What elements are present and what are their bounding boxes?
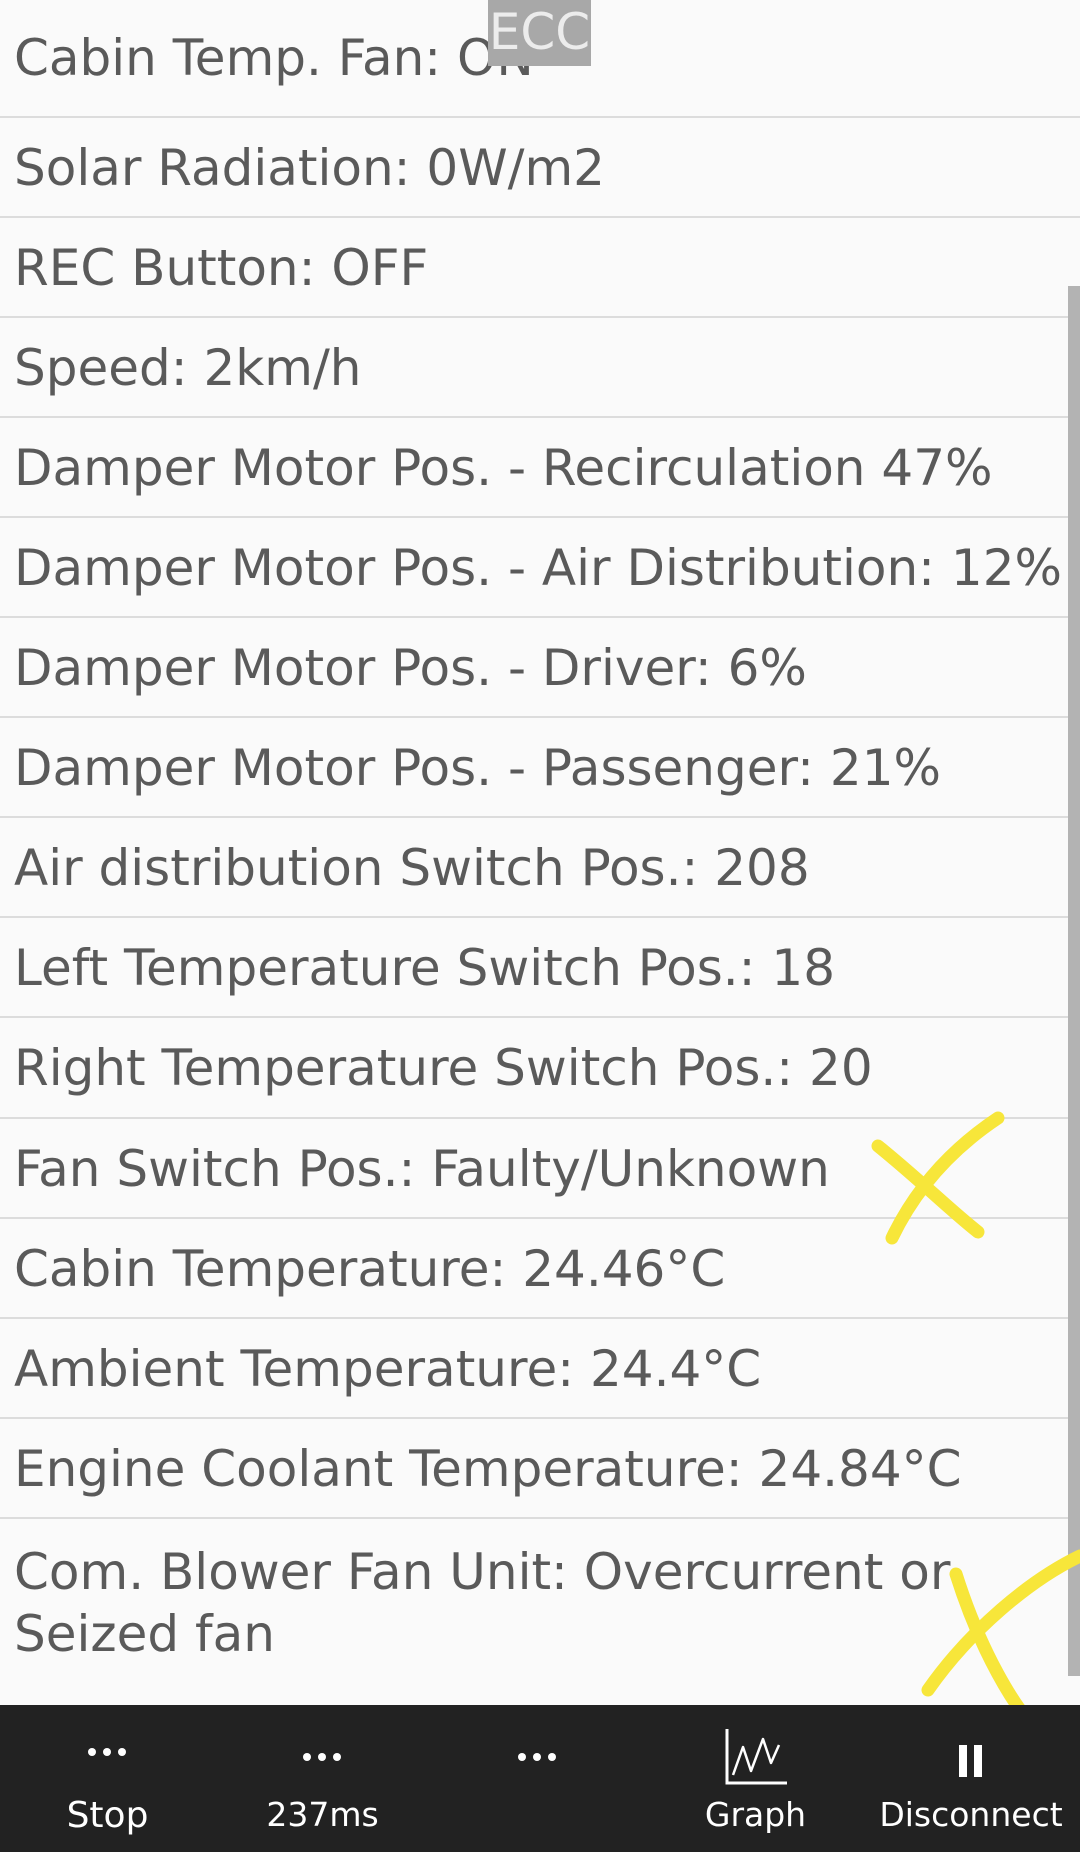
list-item-label: Damper Motor Pos. - Air Distribution: 12… — [14, 539, 1063, 597]
list-item-label: Cabin Temp. Fan: ON — [14, 29, 534, 87]
list-item-label: Air distribution Switch Pos.: 208 — [14, 839, 810, 897]
graph-label: Graph — [704, 1795, 807, 1834]
list-item-label: Cabin Temperature: 24.46°C — [14, 1240, 726, 1298]
latency-button[interactable]: 237ms — [225, 1705, 420, 1852]
stop-label: Stop — [66, 1795, 149, 1836]
list-item[interactable]: Engine Coolant Temperature: 24.84°C — [0, 1419, 1080, 1519]
list-item[interactable]: Damper Motor Pos. - Driver: 6% — [0, 618, 1080, 718]
list-item[interactable]: Com. Blower Fan Unit: Overcurrent or Sei… — [0, 1519, 1080, 1705]
latency-label: 237ms — [266, 1795, 379, 1834]
bottom-toolbar: Stop 237ms Graph Disconnect — [0, 1705, 1080, 1852]
list-item[interactable]: Speed: 2km/h — [0, 318, 1080, 418]
list-item-label: Ambient Temperature: 24.4°C — [14, 1340, 762, 1398]
pause-icon — [959, 1745, 983, 1777]
ecc-tab[interactable]: ECC — [488, 0, 591, 66]
list-item-label: Speed: 2km/h — [14, 339, 362, 397]
list-item-label: Right Temperature Switch Pos.: 20 — [14, 1039, 873, 1097]
list-item[interactable]: Cabin Temperature: 24.46°C — [0, 1219, 1080, 1319]
disconnect-button[interactable]: Disconnect — [872, 1705, 1070, 1852]
list-item-label: Damper Motor Pos. - Driver: 6% — [14, 639, 807, 697]
list-item[interactable]: Right Temperature Switch Pos.: 20 — [0, 1018, 1080, 1119]
graph-button[interactable]: Graph — [658, 1705, 853, 1852]
list-item[interactable]: Damper Motor Pos. - Air Distribution: 12… — [0, 518, 1080, 618]
list-item[interactable]: Fan Switch Pos.: Faulty/Unknown — [0, 1119, 1080, 1219]
disconnect-label: Disconnect — [879, 1795, 1063, 1834]
more-icon — [302, 1750, 343, 1762]
graph-icon — [725, 1729, 787, 1785]
list-item-label: Fan Switch Pos.: Faulty/Unknown — [14, 1140, 830, 1198]
stop-button[interactable]: Stop — [10, 1705, 205, 1852]
list-item[interactable]: Damper Motor Pos. - Passenger: 21% — [0, 718, 1080, 818]
list-item-label: Com. Blower Fan Unit: Overcurrent or Sei… — [14, 1543, 951, 1663]
list-item-label: REC Button: OFF — [14, 239, 429, 297]
list-item[interactable]: REC Button: OFF — [0, 218, 1080, 318]
list-item-label: Left Temperature Switch Pos.: 18 — [14, 939, 836, 997]
list-item[interactable]: Left Temperature Switch Pos.: 18 — [0, 918, 1080, 1018]
list-item[interactable]: Air distribution Switch Pos.: 208 — [0, 818, 1080, 918]
list-item[interactable]: Damper Motor Pos. - Recirculation 47% — [0, 418, 1080, 518]
list-item-label: Damper Motor Pos. - Recirculation 47% — [14, 439, 993, 497]
overflow-menu-button[interactable] — [440, 1705, 635, 1852]
list-item-label: Solar Radiation: 0W/m2 — [14, 139, 605, 197]
list-item[interactable]: Solar Radiation: 0W/m2 — [0, 118, 1080, 218]
list-item-label: Engine Coolant Temperature: 24.84°C — [14, 1440, 962, 1498]
list-item-label: Damper Motor Pos. - Passenger: 21% — [14, 739, 942, 797]
more-icon — [87, 1745, 128, 1757]
more-icon — [517, 1750, 558, 1762]
scrollbar[interactable] — [1068, 286, 1080, 1676]
list-item[interactable]: Ambient Temperature: 24.4°C — [0, 1319, 1080, 1419]
